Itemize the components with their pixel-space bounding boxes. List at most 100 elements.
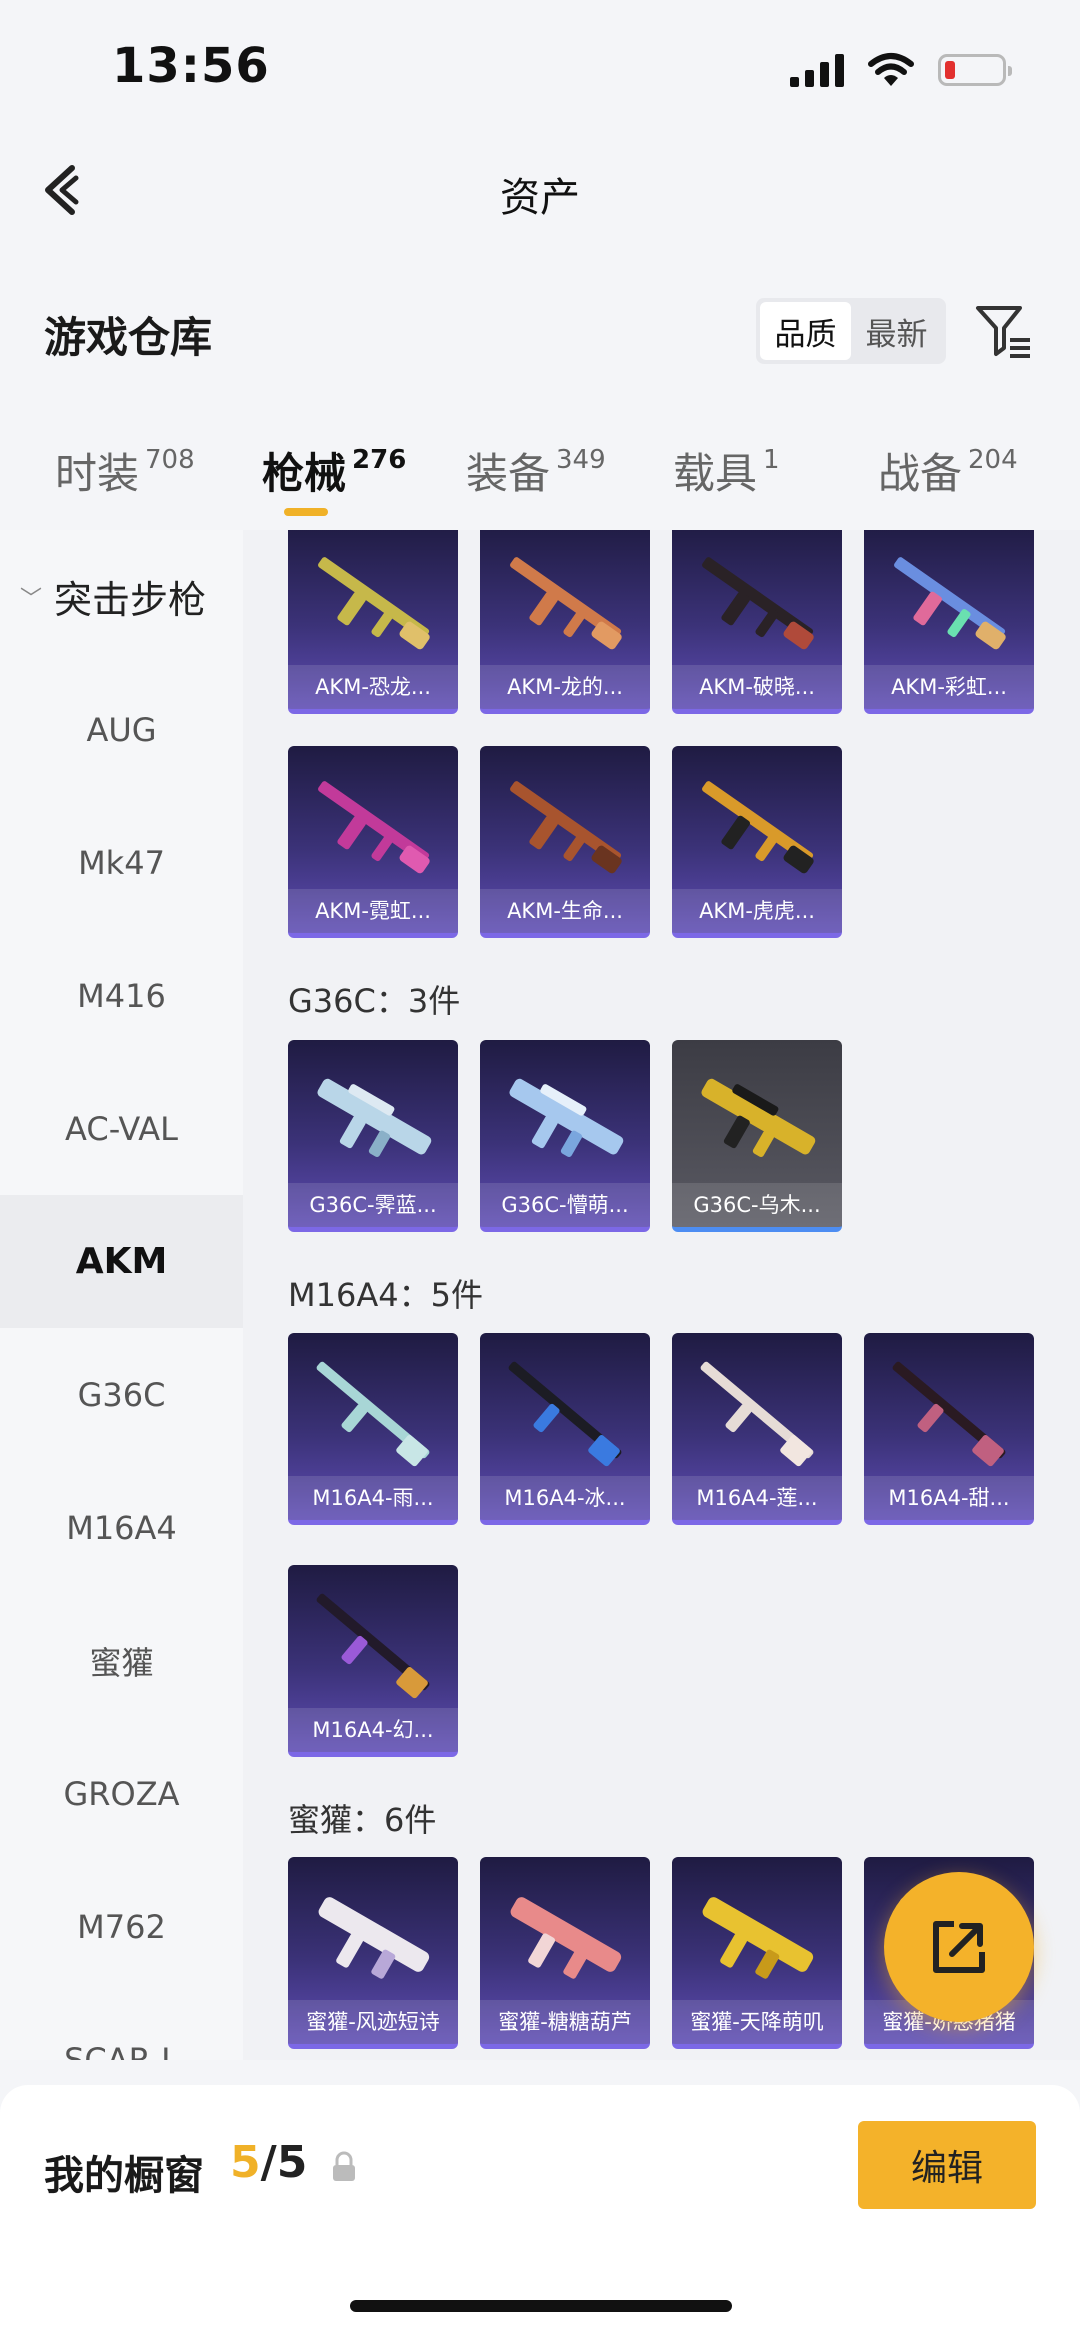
rifle-icon [702, 781, 814, 874]
sidebar-item-honey-badger[interactable]: 蜜獾 [0, 1594, 243, 1727]
rifle-icon [509, 1078, 624, 1157]
group-label-g36c: G36C：3件 [288, 982, 461, 1020]
filter-icon[interactable] [972, 300, 1034, 362]
sidebar-category-label: 突击步枪 [54, 578, 207, 622]
battery-icon [938, 54, 1012, 86]
warehouse-header: 游戏仓库 品质 最新 [0, 280, 1080, 380]
rifle-icon [316, 1361, 430, 1467]
skin-name: 蜜獾-天降萌叽 [672, 2000, 842, 2044]
skin-tile[interactable]: M16A4-幻... [288, 1565, 458, 1757]
skin-name: AKM-虎虎... [672, 889, 842, 933]
active-tab-indicator [284, 508, 328, 516]
skin-tile[interactable]: G36C-乌木... [672, 1040, 842, 1232]
skin-tile[interactable]: AKM-虎虎... [672, 746, 842, 938]
sidebar-item-g36c[interactable]: G36C [0, 1328, 243, 1461]
sort-toggle: 品质 最新 [756, 298, 946, 364]
signal-icon [790, 53, 844, 87]
skin-name: M16A4-幻... [288, 1708, 458, 1752]
tab-equipment[interactable]: 装备 349 [466, 440, 606, 501]
rifle-icon [894, 557, 1006, 650]
rifle-icon [701, 1078, 816, 1157]
tab-fashion[interactable]: 时装 708 [55, 440, 195, 501]
skin-tile[interactable]: 蜜獾-天降萌叽 [672, 1857, 842, 2049]
rifle-icon [892, 1361, 1006, 1467]
skin-tile[interactable]: 蜜獾-风迹短诗 [288, 1857, 458, 2049]
rifle-icon [508, 1361, 622, 1467]
rifle-icon [318, 557, 430, 650]
skin-tile[interactable]: AKM-生命... [480, 746, 650, 938]
weapon-sidebar: ﹀ 突击步枪 AUG Mk47 M416 AC-VAL AKM G36C M16… [0, 530, 243, 2060]
skin-name: AKM-龙的... [480, 665, 650, 709]
skin-tile[interactable]: AKM-霓虹... [288, 746, 458, 938]
skin-name: 蜜獾-糖糖葫芦 [480, 2000, 650, 2044]
status-bar: 13:56 [0, 0, 1080, 130]
sidebar-item-m762[interactable]: M762 [0, 1860, 243, 1993]
status-icons [790, 52, 1012, 88]
skin-tile[interactable]: G36C-懵萌... [480, 1040, 650, 1232]
wifi-icon [868, 53, 914, 86]
sort-quality-button[interactable]: 品质 [760, 302, 851, 360]
skin-name: M16A4-雨... [288, 1476, 458, 1520]
sidebar-item-scar-l[interactable]: SCAR-L [0, 1993, 243, 2061]
skin-tile[interactable]: M16A4-甜... [864, 1333, 1034, 1525]
skin-tile[interactable]: G36C-霁蓝... [288, 1040, 458, 1232]
skin-name: 蜜獾-风迹短诗 [288, 2000, 458, 2044]
showcase-label: 我的橱窗 [44, 2153, 204, 2199]
skin-name: AKM-彩虹... [864, 665, 1034, 709]
skin-tile[interactable]: M16A4-冰... [480, 1333, 650, 1525]
page-title: 资产 [500, 175, 580, 221]
lock-icon [333, 2151, 355, 2181]
skin-tile[interactable]: AKM-龙的... [480, 530, 650, 714]
sidebar-item-aug[interactable]: AUG [0, 663, 243, 796]
showcase-count-current: 5 [230, 2137, 261, 2188]
rifle-icon [317, 1078, 432, 1157]
chevron-down-icon: ﹀ [20, 586, 43, 612]
skin-name: AKM-生命... [480, 889, 650, 933]
weapon-grid: AKM-恐龙... AKM-龙的... AKM-破晓... AKM-彩虹... … [243, 530, 1080, 2060]
skin-tile[interactable]: AKM-恐龙... [288, 530, 458, 714]
skin-name: AKM-恐龙... [288, 665, 458, 709]
skin-name: G36C-霁蓝... [288, 1183, 458, 1227]
rifle-icon [700, 1361, 814, 1467]
skin-tile[interactable]: M16A4-雨... [288, 1333, 458, 1525]
edit-button[interactable]: 编辑 [858, 2121, 1036, 2209]
skin-name: M16A4-莲... [672, 1476, 842, 1520]
status-time: 13:56 [112, 38, 270, 94]
category-tabs: 时装 708 枪械 276 装备 349 载具 1 战备 204 [0, 420, 1080, 530]
sidebar-item-mk47[interactable]: Mk47 [0, 796, 243, 929]
sidebar-category[interactable]: ﹀ 突击步枪 [0, 530, 243, 663]
showcase-count: 5/5 [230, 2137, 307, 2188]
sidebar-item-m416[interactable]: M416 [0, 929, 243, 1062]
sort-latest-button[interactable]: 最新 [851, 302, 942, 360]
skin-name: G36C-懵萌... [480, 1183, 650, 1227]
rifle-icon [318, 781, 430, 874]
sidebar-item-ac-val[interactable]: AC-VAL [0, 1062, 243, 1195]
rifle-icon [510, 1897, 622, 1979]
rifle-icon [510, 781, 622, 874]
sidebar-item-akm[interactable]: AKM [0, 1195, 243, 1328]
share-icon [933, 1921, 985, 1973]
rifle-icon [318, 1897, 430, 1979]
skin-name: AKM-破晓... [672, 665, 842, 709]
home-indicator [350, 2300, 732, 2312]
skin-name: M16A4-冰... [480, 1476, 650, 1520]
sidebar-item-groza[interactable]: GROZA [0, 1727, 243, 1860]
share-button[interactable] [884, 1872, 1034, 2022]
tab-vehicles[interactable]: 载具 1 [673, 440, 780, 501]
tab-supplies[interactable]: 战备 204 [878, 440, 1018, 501]
skin-tile[interactable]: AKM-彩虹... [864, 530, 1034, 714]
rifle-icon [510, 557, 622, 650]
showcase-count-total: /5 [260, 2137, 308, 2188]
tab-firearms[interactable]: 枪械 276 [262, 440, 406, 501]
section-title: 游戏仓库 [44, 313, 213, 362]
rifle-icon [316, 1593, 430, 1699]
skin-tile[interactable]: M16A4-莲... [672, 1333, 842, 1525]
skin-tile[interactable]: 蜜獾-糖糖葫芦 [480, 1857, 650, 2049]
sidebar-item-m16a4[interactable]: M16A4 [0, 1461, 243, 1594]
skin-name: M16A4-甜... [864, 1476, 1034, 1520]
skin-name: AKM-霓虹... [288, 889, 458, 933]
skin-tile[interactable]: AKM-破晓... [672, 530, 842, 714]
group-label-m16a4: M16A4：5件 [288, 1276, 483, 1314]
group-label-honey-badger: 蜜獾：6件 [288, 1801, 437, 1839]
nav-bar: 资产 [0, 130, 1080, 250]
